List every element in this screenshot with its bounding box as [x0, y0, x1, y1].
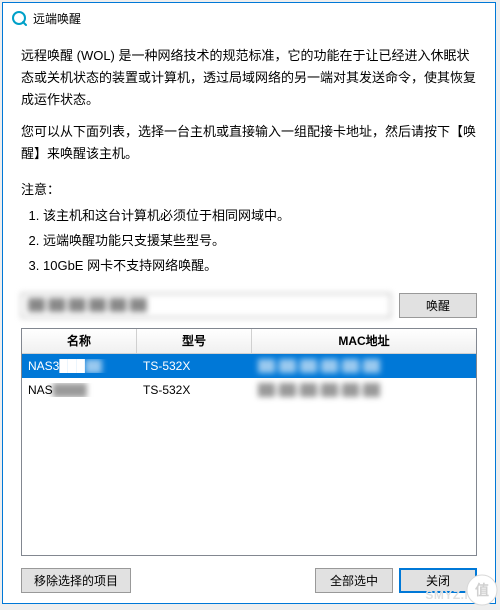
- table-row[interactable]: NAS████ TS-532X ██-██-██-██-██-██: [22, 378, 476, 402]
- notes-list: 该主机和这台计算机必须位于相同网域中。 远端唤醒功能只支援某些型号。 10GbE…: [43, 204, 477, 278]
- mac-address-input[interactable]: [21, 293, 391, 318]
- wake-on-lan-dialog: 远端唤醒 远程唤醒 (WOL) 是一种网络技术的规范标准，它的功能在于让已经进入…: [2, 2, 496, 604]
- description-2: 您可以从下面列表，选择一台主机或直接输入一组配接卡地址，然后请按下【唤醒】来唤醒…: [21, 121, 477, 165]
- table-header: 名称 型号 MAC地址: [22, 329, 476, 354]
- col-header-model[interactable]: 型号: [137, 329, 252, 353]
- cell-model: TS-532X: [137, 359, 252, 373]
- table-row[interactable]: NAS3█████ TS-532X ██-██-██-██-██-██: [22, 354, 476, 378]
- host-table: 名称 型号 MAC地址 NAS3█████ TS-532X ██-██-██-█…: [21, 328, 477, 556]
- cell-name: NAS████: [22, 383, 137, 397]
- cell-mac: ██-██-██-██-██-██: [252, 383, 476, 397]
- remove-selected-button[interactable]: 移除选择的项目: [21, 568, 131, 593]
- mac-input-row: 唤醒: [21, 293, 477, 318]
- col-header-mac[interactable]: MAC地址: [252, 329, 476, 353]
- titlebar[interactable]: 远端唤醒: [3, 3, 495, 33]
- select-all-button[interactable]: 全部选中: [315, 568, 393, 593]
- description-1: 远程唤醒 (WOL) 是一种网络技术的规范标准，它的功能在于让已经进入休眠状态或…: [21, 45, 477, 111]
- window-title: 远端唤醒: [33, 10, 81, 27]
- note-item: 10GbE 网卡不支持网络唤醒。: [43, 254, 477, 279]
- table-body: NAS3█████ TS-532X ██-██-██-██-██-██ NAS█…: [22, 354, 476, 555]
- content-area: 远程唤醒 (WOL) 是一种网络技术的规范标准，它的功能在于让已经进入休眠状态或…: [3, 33, 495, 603]
- col-header-name[interactable]: 名称: [22, 329, 137, 353]
- cell-mac: ██-██-██-██-██-██: [252, 359, 476, 373]
- cell-model: TS-532X: [137, 383, 252, 397]
- note-item: 远端唤醒功能只支援某些型号。: [43, 229, 477, 254]
- close-button[interactable]: 关闭: [399, 568, 477, 593]
- footer-buttons: 移除选择的项目 全部选中 关闭: [21, 568, 477, 593]
- cell-name: NAS3█████: [22, 359, 137, 373]
- note-item: 该主机和这台计算机必须位于相同网域中。: [43, 204, 477, 229]
- wake-button[interactable]: 唤醒: [399, 293, 477, 318]
- notes-label: 注意：: [21, 179, 477, 198]
- app-icon: [11, 10, 27, 26]
